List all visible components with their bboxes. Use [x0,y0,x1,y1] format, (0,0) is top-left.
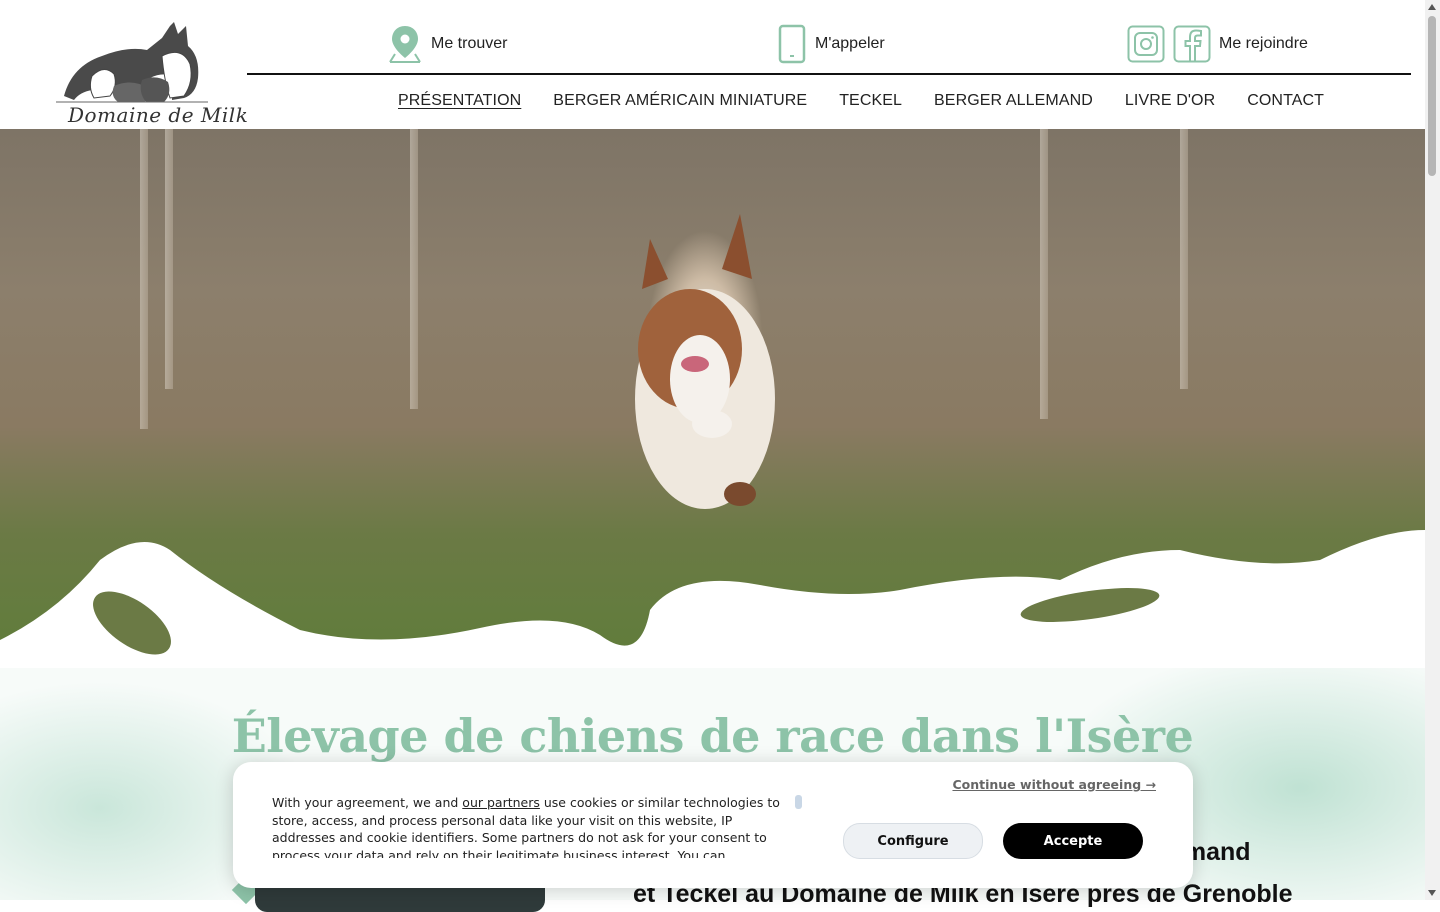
scroll-thumb[interactable] [1428,16,1436,176]
configure-button[interactable]: Configure [843,823,983,859]
contact-bar: Me trouver M'appeler Me rejoindre [247,22,1411,74]
call-link[interactable]: M'appeler [777,22,885,66]
cookie-text-start: With your agreement, we and [272,795,463,810]
locate-link[interactable]: Me trouver [387,22,507,66]
nav-contact[interactable]: CONTACT [1231,88,1340,114]
locate-label: Me trouver [431,35,508,52]
scroll-up-arrow-icon[interactable] [1428,4,1436,10]
nav-berger-allemand[interactable]: BERGER ALLEMAND [918,88,1109,114]
cookie-text: With your agreement, we and our partners… [272,794,792,858]
partners-link[interactable]: our partners [462,795,540,810]
scroll-down-arrow-icon[interactable] [1428,890,1436,896]
nav-berger-americain[interactable]: BERGER AMÉRICAIN MINIATURE [537,88,823,114]
site-header: Domaine de Milk Me trouver M'appeler Me … [0,0,1425,129]
continue-without-agreeing-link[interactable]: Continue without agreeing → [952,777,1156,792]
instagram-icon[interactable] [1127,25,1165,63]
page-title: Élevage de chiens de race dans l'Isère [231,708,1194,763]
social-links: Me rejoindre [1127,22,1308,66]
accept-button[interactable]: Accepte [1003,823,1143,859]
nav-livre-dor[interactable]: LIVRE D'OR [1109,88,1231,114]
nav-teckel[interactable]: TECKEL [823,88,918,114]
page-scrollbar[interactable] [1425,0,1440,900]
phone-icon [777,24,807,64]
header-divider [247,73,1411,75]
cookie-banner: With your agreement, we and our partners… [233,762,1193,888]
map-pin-icon [387,24,423,64]
wave-divider [0,530,1425,670]
facebook-icon[interactable] [1173,25,1211,63]
cookie-text-scrollbar[interactable] [795,795,802,809]
call-label: M'appeler [815,35,885,52]
main-nav: PRÉSENTATION BERGER AMÉRICAIN MINIATURE … [382,88,1340,114]
nav-presentation[interactable]: PRÉSENTATION [382,88,537,114]
join-label: Me rejoindre [1219,35,1308,52]
logo-text: Domaine de Milk [68,103,249,127]
